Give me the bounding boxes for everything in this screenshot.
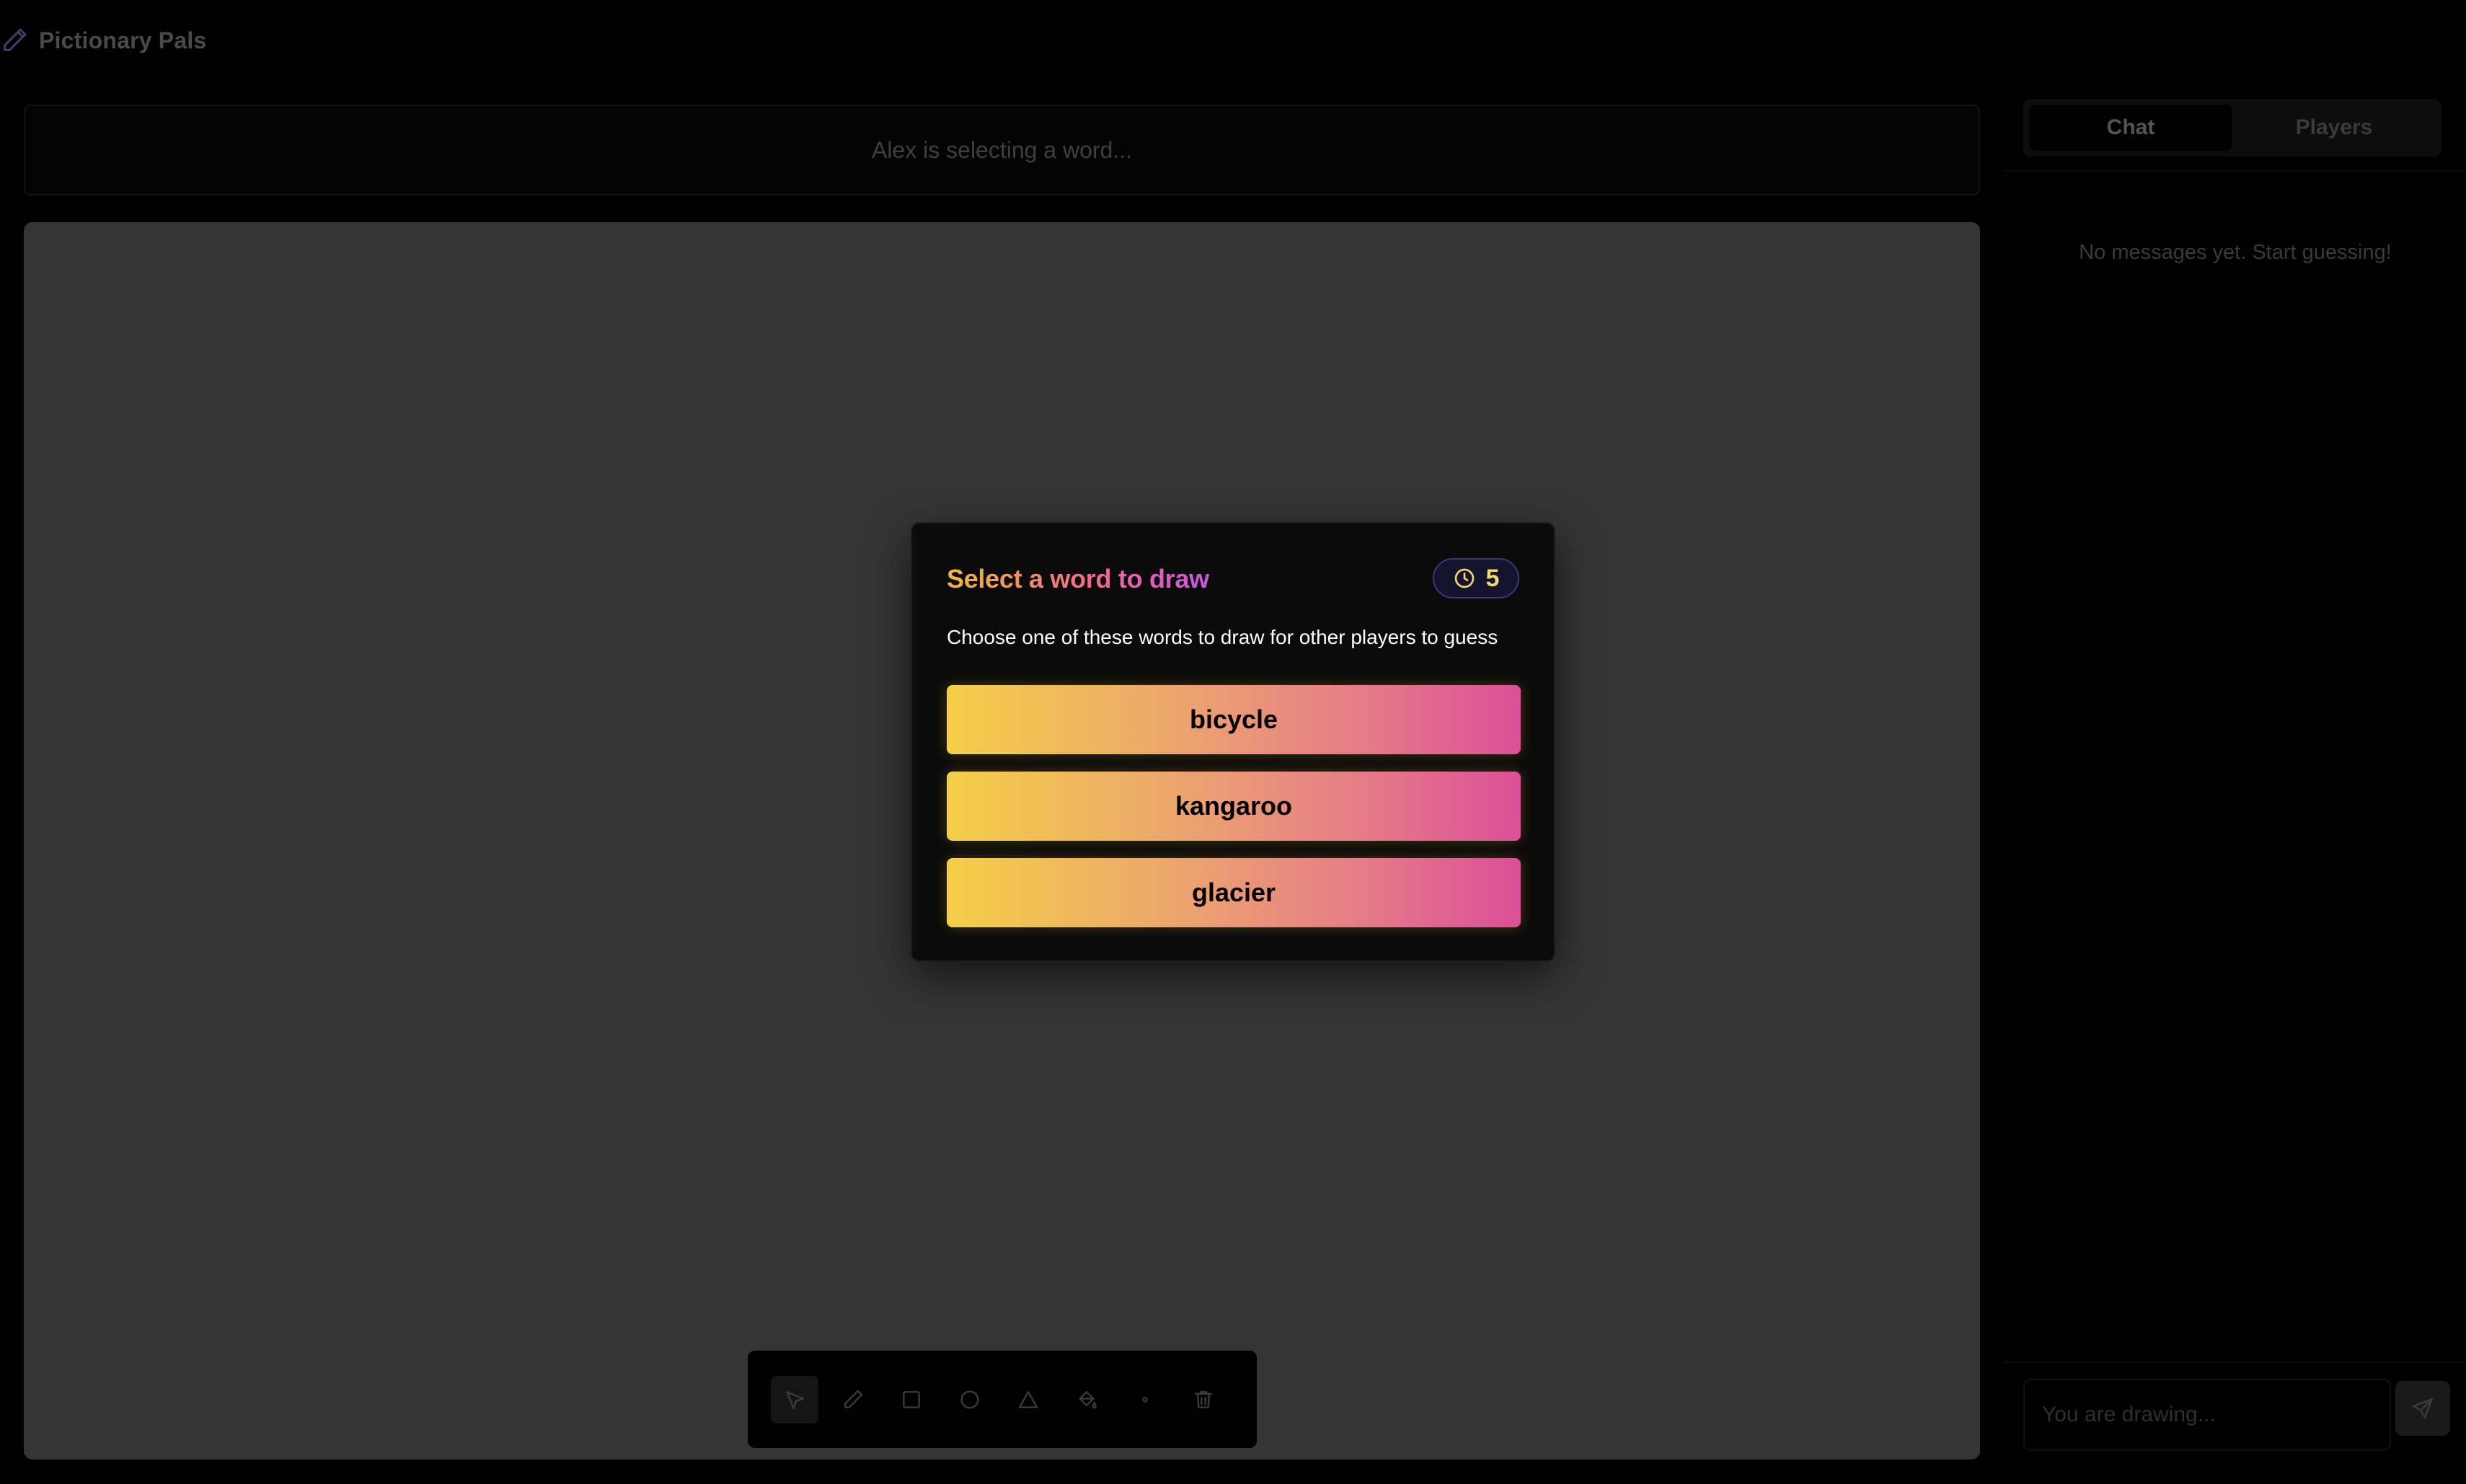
fill-tool-button[interactable] — [1063, 1376, 1110, 1423]
drawing-toolbar — [748, 1351, 1257, 1448]
chat-side-panel: Chat Players No messages yet. Start gues… — [2005, 81, 2466, 1484]
trash-icon — [1195, 1390, 1212, 1408]
triangle-icon — [1018, 1390, 1038, 1408]
circle-icon — [960, 1390, 979, 1409]
timer-value: 5 — [1485, 564, 1500, 592]
empty-chat-message: No messages yet. Start guessing! — [2079, 241, 2392, 264]
modal-description: Choose one of these words to draw for ot… — [947, 626, 1498, 648]
app-header: Pictionary Pals — [0, 0, 2466, 81]
square-icon — [903, 1390, 920, 1408]
panel-tabs: Chat Players — [2023, 99, 2441, 156]
divider — [2005, 1361, 2466, 1363]
circle-tool-button[interactable] — [946, 1376, 994, 1423]
word-option-label: kangaroo — [1175, 791, 1293, 821]
word-option-label: glacier — [1191, 878, 1276, 907]
app-title: Pictionary Pals — [39, 27, 207, 53]
rectangle-tool-button[interactable] — [888, 1376, 935, 1423]
tab-players[interactable]: Players — [2232, 105, 2436, 151]
pencil-icon — [0, 26, 29, 55]
word-option-label: bicycle — [1189, 705, 1278, 734]
send-button[interactable] — [2395, 1381, 2450, 1436]
app-root: Pictionary Pals Alex is selecting a word… — [0, 0, 2466, 1484]
triangle-tool-button[interactable] — [1004, 1376, 1052, 1423]
word-selection-modal: Select a word to draw 5 Choose one of th… — [911, 522, 1555, 962]
clock-icon — [1454, 568, 1474, 588]
status-text: Alex is selecting a word... — [871, 136, 1133, 163]
clear-canvas-button[interactable] — [1180, 1376, 1227, 1423]
word-option-button[interactable]: kangaroo — [947, 772, 1521, 841]
word-option-button[interactable]: bicycle — [947, 685, 1521, 754]
select-tool-button[interactable] — [771, 1375, 818, 1423]
divider — [2005, 170, 2466, 172]
countdown-timer: 5 — [1433, 558, 1519, 599]
paint-bucket-icon — [1079, 1390, 1097, 1408]
brush-size-button[interactable] — [1121, 1376, 1169, 1423]
send-icon — [2412, 1397, 2434, 1419]
modal-title: Select a word to draw — [947, 564, 1209, 593]
pencil-tool-button[interactable] — [829, 1376, 877, 1423]
chat-input[interactable] — [2023, 1379, 2391, 1451]
word-option-button[interactable]: glacier — [947, 858, 1521, 927]
pencil-icon — [844, 1390, 863, 1408]
cursor-icon — [786, 1390, 805, 1409]
tab-chat[interactable]: Chat — [2029, 105, 2232, 151]
dot-icon — [1142, 1396, 1148, 1403]
game-status-bar: Alex is selecting a word... — [24, 105, 1980, 195]
